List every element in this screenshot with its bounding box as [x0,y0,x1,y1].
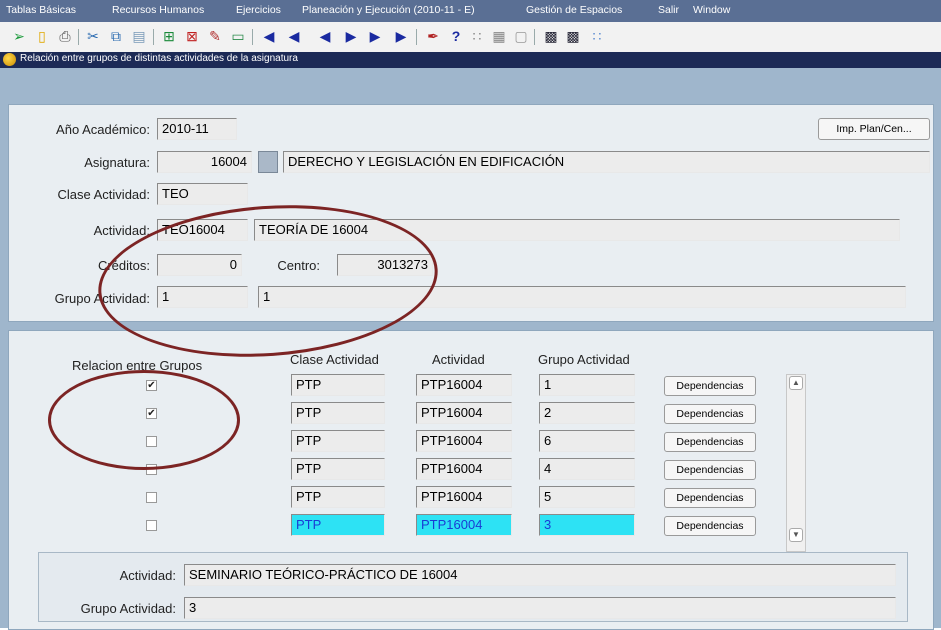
paste-icon[interactable]: ▤ [130,27,148,45]
query-icon[interactable]: ✒ [424,27,442,45]
imp-plan-button[interactable]: Imp. Plan/Cen... [818,118,930,140]
previous-set-icon[interactable]: ◀ [285,27,303,45]
grid-icon[interactable]: ∷ [588,27,606,45]
menu-tablas-basicas[interactable]: Tablas Básicas [6,4,76,16]
dependencias-button[interactable]: Dependencias [664,488,756,508]
row-actividad-field[interactable]: PTP16004 [416,430,512,452]
col-clase-header: Clase Actividad [290,352,379,367]
dependencias-button[interactable]: Dependencias [664,516,756,536]
dependencias-button[interactable]: Dependencias [664,404,756,424]
row-grupo-field[interactable]: 5 [539,486,635,508]
print-icon[interactable]: ⎙ [56,27,74,45]
row-grupo-field[interactable]: 2 [539,402,635,424]
menu-salir[interactable]: Salir [658,4,679,16]
anio-label: Año Académico: [56,122,150,137]
window-icon[interactable]: ▩ [542,27,560,45]
col-grupo-header: Grupo Actividad [538,352,630,367]
menu-window[interactable]: Window [693,4,730,16]
exit-icon[interactable]: ➢ [10,27,28,45]
row-clase-field[interactable]: PTP [291,430,385,452]
clase-actividad-field[interactable]: TEO [157,183,248,205]
footer-actividad-field[interactable]: SEMINARIO TEÓRICO-PRÁCTICO DE 16004 [184,564,896,586]
edit-icon[interactable]: ✎ [206,27,224,45]
previous-record-icon[interactable]: ◀ [316,27,334,45]
open-folder-icon[interactable]: ▯ [33,27,51,45]
row-actividad-field[interactable]: PTP16004 [416,514,512,536]
menu-recursos-humanos[interactable]: Recursos Humanos [112,4,204,16]
next-record-icon[interactable]: ▶ [342,27,360,45]
menu-gestion-espacios[interactable]: Gestión de Espacios [526,4,622,16]
window-icon-badge [3,53,16,66]
menu-planeacion-ejecucion[interactable]: Planeación y Ejecución (2010-11 - E) [302,4,475,16]
row-actividad-field[interactable]: PTP16004 [416,374,512,396]
calendar-icon[interactable]: ▦ [490,27,508,45]
menu-ejercicios[interactable]: Ejercicios [236,4,281,16]
help-icon[interactable]: ? [447,27,465,45]
row-grupo-field[interactable]: 6 [539,430,635,452]
first-record-icon[interactable]: ◀ [260,27,278,45]
relacion-checkbox[interactable] [146,520,157,531]
row-grupo-field[interactable]: 4 [539,458,635,480]
scrollbar-track[interactable] [786,374,806,552]
row-clase-field[interactable]: PTP [291,458,385,480]
row-grupo-field[interactable]: 3 [539,514,635,536]
footer-actividad-label: Actividad: [119,568,176,583]
annotation-ellipse-checkboxes [48,370,240,470]
cut-icon[interactable]: ✂ [84,27,102,45]
scroll-up-icon[interactable]: ▲ [789,376,803,390]
col-actividad-header: Actividad [432,352,485,367]
footer-grupo-label: Grupo Actividad: [80,601,176,616]
insert-record-icon[interactable]: ⊞ [160,27,178,45]
last-record-icon[interactable]: ▶ [392,27,410,45]
asignatura-label: Asignatura: [84,155,150,170]
scroll-down-icon[interactable]: ▼ [789,528,803,542]
disabled-icon[interactable]: ▢ [512,27,530,45]
list-of-values-icon[interactable] [258,151,278,173]
dependencias-button[interactable]: Dependencias [664,432,756,452]
asignatura-name-field[interactable]: DERECHO Y LEGISLACIÓN EN EDIFICACIÓN [283,151,930,173]
toolbar: ➢ ▯ ⎙ ✂ ⧉ ▤ ⊞ ⊠ ✎ ▭ ◀ ◀ ◀ ▶ ▶ ▶ ✒ ? ∷ ▦ … [0,22,941,53]
footer-grupo-field[interactable]: 3 [184,597,896,619]
clase-actividad-label: Clase Actividad: [57,187,151,202]
actividad-label: Actividad: [93,223,150,238]
anio-field[interactable]: 2010-11 [157,118,237,140]
row-grupo-field[interactable]: 1 [539,374,635,396]
clear-icon[interactable]: ▭ [229,27,247,45]
row-actividad-field[interactable]: PTP16004 [416,458,512,480]
dependencias-button[interactable]: Dependencias [664,376,756,396]
menu-bar: Tablas Básicas Recursos Humanos Ejercici… [0,0,941,22]
delete-record-icon[interactable]: ⊠ [183,27,201,45]
dot-icon[interactable]: ∷ [468,27,486,45]
row-clase-field[interactable]: PTP [291,374,385,396]
window-title: Relación entre grupos de distintas activ… [20,53,298,64]
dependencias-button[interactable]: Dependencias [664,460,756,480]
window-title-bar: Relación entre grupos de distintas activ… [0,52,941,68]
row-clase-field[interactable]: PTP [291,402,385,424]
row-actividad-field[interactable]: PTP16004 [416,486,512,508]
asignatura-code-field[interactable]: 16004 [157,151,252,173]
row-clase-field[interactable]: PTP [291,514,385,536]
row-clase-field[interactable]: PTP [291,486,385,508]
window2-icon[interactable]: ▩ [564,27,582,45]
copy-icon[interactable]: ⧉ [107,27,125,45]
next-set-icon[interactable]: ▶ [366,27,384,45]
row-actividad-field[interactable]: PTP16004 [416,402,512,424]
relacion-checkbox[interactable] [146,492,157,503]
